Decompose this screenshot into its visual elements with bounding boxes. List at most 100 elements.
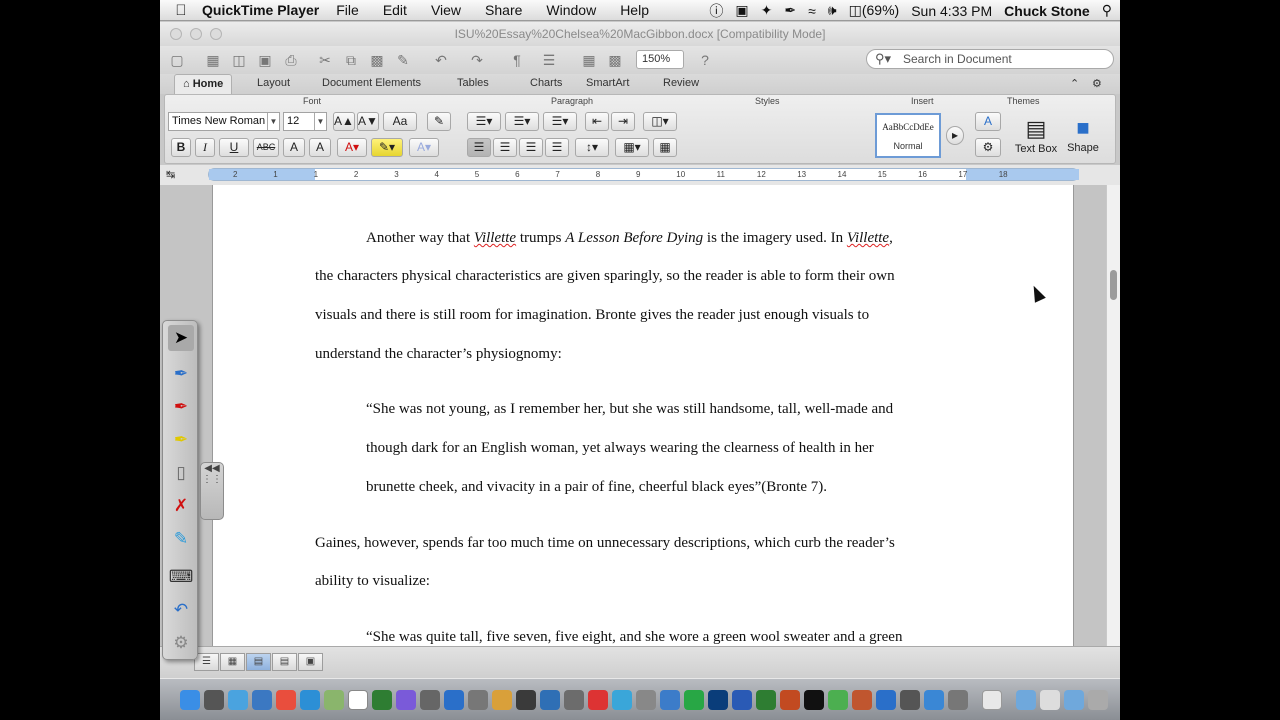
itunes-icon[interactable]: [300, 690, 320, 710]
font-size-select[interactable]: 12 ▼: [283, 112, 327, 131]
tab-review[interactable]: Review: [663, 77, 699, 89]
ribbon-settings-icon[interactable]: ⚙: [1092, 77, 1102, 90]
app-icon[interactable]: [396, 690, 416, 710]
underline-button[interactable]: U: [219, 138, 249, 157]
calendar-icon[interactable]: [348, 690, 368, 710]
pilcrow-icon[interactable]: ¶: [508, 51, 526, 69]
app-icon[interactable]: [852, 690, 872, 710]
shape-button[interactable]: ■ Shape: [1063, 114, 1103, 154]
shading-button[interactable]: ▦▾: [615, 138, 649, 157]
app-icon[interactable]: [444, 690, 464, 710]
notification-icon[interactable]: ⓘ: [709, 1, 723, 21]
scrollbar-thumb[interactable]: [1110, 270, 1117, 300]
app-icon[interactable]: [564, 690, 584, 710]
app-icon[interactable]: [636, 690, 656, 710]
excel-icon[interactable]: [756, 690, 776, 710]
tab-document-elements[interactable]: Document Elements: [322, 77, 421, 89]
text-tool-icon[interactable]: ✎: [168, 526, 194, 552]
open-icon[interactable]: ◫: [230, 51, 248, 69]
app-icon[interactable]: [420, 690, 440, 710]
settings-tool-icon[interactable]: ⚙: [168, 630, 194, 656]
clock[interactable]: Sun 4:33 PM: [911, 3, 992, 19]
volume-icon[interactable]: 🕪: [828, 2, 837, 19]
display-icon[interactable]: ▣: [735, 2, 748, 19]
menu-window[interactable]: Window: [546, 2, 596, 18]
align-center-button[interactable]: ☰: [493, 138, 517, 157]
safari-icon[interactable]: [228, 690, 248, 710]
justify-button[interactable]: ☰: [545, 138, 569, 157]
app-icon[interactable]: [540, 690, 560, 710]
borders-button[interactable]: ▦: [653, 138, 677, 157]
styles-pane-icon[interactable]: ⚙: [975, 138, 1001, 157]
clear-tool-icon[interactable]: ✗: [168, 493, 194, 519]
tab-layout[interactable]: Layout: [257, 77, 290, 89]
help-icon[interactable]: ?: [696, 51, 714, 69]
red-pen-tool-icon[interactable]: ✒: [168, 394, 194, 420]
menu-edit[interactable]: Edit: [383, 2, 407, 18]
keyboard-icon[interactable]: ⌨: [168, 564, 194, 590]
styles-next-button[interactable]: ▸: [946, 126, 964, 145]
shrink-font-button[interactable]: A▼: [357, 112, 379, 131]
multilevel-list-button[interactable]: ☰▾: [543, 112, 577, 131]
powerpoint-icon[interactable]: [780, 690, 800, 710]
app-icon[interactable]: [900, 690, 920, 710]
app-icon[interactable]: [982, 690, 1002, 710]
app-icon[interactable]: [948, 690, 968, 710]
menu-help[interactable]: Help: [620, 2, 649, 18]
text-box-button[interactable]: ▤ Text Box: [1013, 115, 1059, 155]
eraser-tool-icon[interactable]: ▯: [168, 460, 194, 486]
templates-icon[interactable]: ▦: [204, 51, 222, 69]
align-right-button[interactable]: ☰: [519, 138, 543, 157]
zoom-select[interactable]: 150%: [636, 50, 684, 69]
increase-indent-button[interactable]: ⇥: [611, 112, 635, 131]
notebook-view-button[interactable]: ▤: [272, 653, 297, 671]
change-case-button[interactable]: Aa: [383, 112, 417, 131]
app-menu[interactable]: QuickTime Player: [202, 2, 319, 18]
app-icon[interactable]: [876, 690, 896, 710]
undo-tool-icon[interactable]: ↶: [168, 597, 194, 623]
wifi-icon[interactable]: ≈: [808, 3, 816, 19]
redo-icon[interactable]: ↷: [468, 51, 486, 69]
cut-icon[interactable]: ✂: [316, 51, 334, 69]
folder-icon[interactable]: [1064, 690, 1084, 710]
user-name[interactable]: Chuck Stone: [1004, 3, 1090, 19]
columns-button[interactable]: ◫▾: [643, 112, 677, 131]
search-document-field[interactable]: ⚲▾ Search in Document: [866, 49, 1114, 69]
bluetooth-icon[interactable]: ✦: [761, 2, 773, 19]
publishing-view-button[interactable]: ▦: [220, 653, 245, 671]
gallery-icon[interactable]: ▦: [580, 51, 598, 69]
app-icon[interactable]: [612, 690, 632, 710]
app-icon[interactable]: [660, 690, 680, 710]
app-icon[interactable]: [924, 690, 944, 710]
superscript-button[interactable]: A: [283, 138, 305, 157]
print-icon[interactable]: ⎙: [282, 51, 300, 69]
close-window-icon[interactable]: [170, 28, 182, 40]
excel-icon[interactable]: [372, 690, 392, 710]
pointer-tool-icon[interactable]: ➤: [168, 325, 194, 351]
new-document-icon[interactable]: ▢: [168, 51, 186, 69]
print-layout-view-button[interactable]: ▤: [246, 653, 271, 671]
battery-icon[interactable]: ◫(69%): [849, 2, 900, 19]
highlighter-tool-icon[interactable]: ✒: [168, 427, 194, 453]
strikethrough-button[interactable]: ABC: [253, 138, 279, 157]
app-icon[interactable]: [516, 690, 536, 710]
clear-formatting-button[interactable]: ✎: [427, 112, 451, 131]
palette-collapse-handle[interactable]: ◀◀ ⋮⋮: [200, 462, 224, 520]
apple-menu-icon[interactable]: : [160, 2, 202, 19]
tab-tables[interactable]: Tables: [457, 77, 489, 89]
word-icon[interactable]: [732, 690, 752, 710]
bullets-button[interactable]: ☰▾: [467, 112, 501, 131]
full-screen-view-button[interactable]: ▣: [298, 653, 323, 671]
chrome-icon[interactable]: [276, 690, 296, 710]
align-left-button[interactable]: ☰: [467, 138, 491, 157]
grow-font-button[interactable]: A▲: [333, 112, 355, 131]
app-icon[interactable]: [468, 690, 488, 710]
save-icon[interactable]: ▣: [256, 51, 274, 69]
app-icon[interactable]: [588, 690, 608, 710]
tab-home[interactable]: ⌂ Home: [174, 74, 233, 94]
paste-icon[interactable]: ▩: [368, 51, 386, 69]
subscript-button[interactable]: A: [309, 138, 331, 157]
decrease-indent-button[interactable]: ⇤: [585, 112, 609, 131]
font-color-button[interactable]: A▾: [337, 138, 367, 157]
finder-icon[interactable]: [180, 690, 200, 710]
